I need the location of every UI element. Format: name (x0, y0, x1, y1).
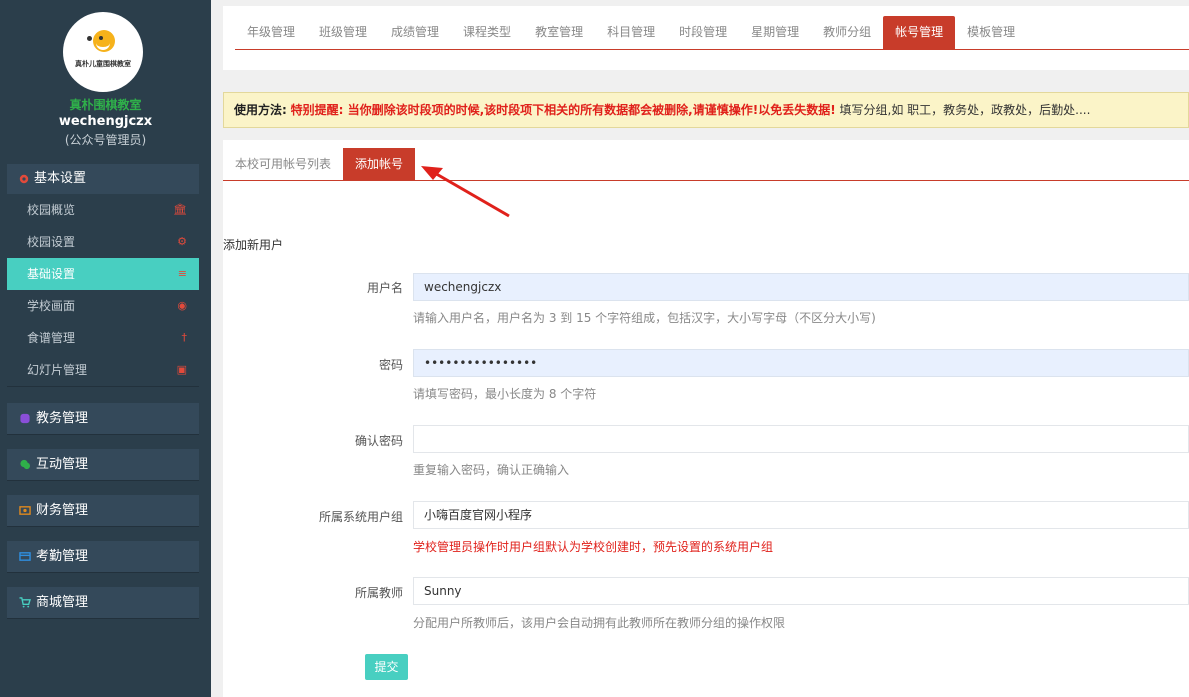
password-help: 请填写密码，最小长度为 8 个字符 (413, 387, 597, 401)
gear-icon (19, 174, 29, 184)
sidebar-item-recipes[interactable]: 食谱管理 † (7, 322, 199, 354)
tab-account[interactable]: 帐号管理 (883, 16, 956, 49)
menu-basic-settings-header[interactable]: 基本设置 (7, 164, 199, 194)
card-icon (19, 552, 31, 561)
submit-button[interactable]: 提交 (365, 654, 408, 680)
account-role: (公众号管理员) (64, 133, 147, 147)
cutlery-icon: † (181, 331, 188, 344)
main-content: 年级管理 班级管理 成绩管理 课程类型 教室管理 科目管理 时段管理 星期管理 … (211, 0, 1189, 697)
school-name: 真朴围棋教室 (69, 98, 142, 112)
sidebar-item-label: 学校画面 (27, 299, 76, 313)
account-panel: 本校可用帐号列表 添加帐号 添加新用户 用户名 wechengjczx 请输入用… (223, 140, 1189, 697)
notice-warning: 特别提醒: 当你删除该时段项的时候,该时段项下相关的所有数据都会被删除,请谨慎操… (290, 103, 836, 117)
sidebar-group-academic[interactable]: 教务管理 (7, 403, 199, 435)
tab-template[interactable]: 模板管理 (955, 16, 1027, 49)
eye-icon: ◉ (177, 299, 187, 312)
user-group-label: 所属系统用户组 (318, 510, 403, 524)
menu-icon: ≡ (177, 267, 187, 280)
sidebar-item-campus-settings[interactable]: 校园设置 ⚙ (7, 226, 199, 258)
username-label: 用户名 (366, 281, 403, 295)
cart-icon (19, 597, 31, 608)
tab-weekday[interactable]: 星期管理 (739, 16, 811, 49)
tab-score[interactable]: 成绩管理 (379, 16, 451, 49)
tab-time-slot[interactable]: 时段管理 (667, 16, 739, 49)
sidebar-item-basic-settings[interactable]: 基础设置 ≡ (7, 258, 199, 290)
notice-text: 填写分组,如 职工，教务处，政教处，后勤处.... (835, 103, 1091, 117)
sidebar-group-label: 互动管理 (36, 456, 89, 472)
chat-icon (20, 459, 31, 470)
account-username: wechengjczx (58, 114, 153, 129)
sidebar-item-school-display[interactable]: 学校画面 ◉ (7, 290, 199, 322)
database-icon (20, 413, 30, 424)
image-icon: ▣ (176, 363, 187, 376)
usage-notice: 使用方法: 特别提醒: 当你删除该时段项的时候,该时段项下相关的所有数据都会被删… (223, 92, 1189, 128)
tab-teacher-group[interactable]: 教师分组 (811, 16, 883, 49)
tab-grade[interactable]: 年级管理 (235, 16, 307, 49)
sidebar-group-interaction[interactable]: 互动管理 (7, 449, 199, 481)
tab-add-account[interactable]: 添加帐号 (343, 148, 416, 180)
teacher-help: 分配用户所教师后，该用户会自动拥有此教师所在教师分组的操作权限 (413, 616, 786, 630)
confirm-password-help: 重复输入密码，确认正确输入 (413, 463, 570, 477)
confirm-password-label: 确认密码 (354, 434, 403, 448)
section-title: 添加新用户 (223, 238, 284, 252)
sidebar-item-campus-overview[interactable]: 校园概览 🏛︎ (7, 194, 199, 226)
top-tabs-card: 年级管理 班级管理 成绩管理 课程类型 教室管理 科目管理 时段管理 星期管理 … (223, 6, 1189, 70)
sidebar-item-label: 基础设置 (27, 267, 76, 281)
sidebar-item-label: 校园设置 (27, 235, 76, 249)
school-logo: 真朴儿童围棋教室 (63, 12, 143, 92)
menu-basic-settings: 基本设置 校园概览 🏛︎ 校园设置 ⚙ 基础设置 ≡ 学校画面 ◉ 食谱管理 † (7, 164, 199, 387)
bank-icon: 🏛︎ (173, 203, 187, 216)
sidebar-group-label: 教务管理 (36, 410, 89, 426)
username-input[interactable]: wechengjczx (413, 273, 1189, 301)
password-input[interactable]: •••••••••••••••• (413, 349, 1189, 377)
top-tabs: 年级管理 班级管理 成绩管理 课程类型 教室管理 科目管理 时段管理 星期管理 … (235, 16, 1189, 50)
sidebar-group-label: 财务管理 (36, 502, 89, 518)
user-group-select[interactable]: 小嗨百度官网小程序 (413, 501, 1189, 529)
teacher-label: 所属教师 (354, 586, 403, 600)
money-icon (19, 506, 31, 515)
smiley-logo-icon (93, 30, 115, 52)
tab-classroom[interactable]: 教室管理 (523, 16, 595, 49)
sidebar-group-mall[interactable]: 商城管理 (7, 587, 199, 619)
password-label: 密码 (378, 358, 403, 372)
notice-label: 使用方法: (234, 103, 287, 117)
sidebar-group-attendance[interactable]: 考勤管理 (7, 541, 199, 573)
logo-text: 真朴儿童围棋教室 (75, 60, 131, 68)
tab-subject[interactable]: 科目管理 (595, 16, 667, 49)
pointer-arrow-icon (421, 166, 510, 218)
teacher-select[interactable]: Sunny (413, 577, 1189, 605)
sidebar: 真朴儿童围棋教室 真朴围棋教室 wechengjczx (公众号管理员) 基本设… (0, 0, 211, 697)
menu-basic-settings-label: 基本设置 (34, 171, 87, 186)
sidebar-item-label: 校园概览 (27, 203, 76, 217)
user-group-help: 学校管理员操作时用户组默认为学校创建时，预先设置的系统用户组 (413, 540, 774, 554)
confirm-password-input[interactable] (413, 425, 1189, 453)
sidebar-group-label: 商城管理 (36, 594, 89, 610)
sidebar-item-label: 幻灯片管理 (27, 363, 88, 377)
sidebar-group-label: 考勤管理 (36, 548, 89, 564)
tab-account-list[interactable]: 本校可用帐号列表 (223, 148, 343, 180)
sidebar-group-finance[interactable]: 财务管理 (7, 495, 199, 527)
tab-course-type[interactable]: 课程类型 (451, 16, 523, 49)
sidebar-item-label: 食谱管理 (27, 331, 76, 345)
sub-tabs: 本校可用帐号列表 添加帐号 (223, 148, 1189, 181)
sidebar-item-slides[interactable]: 幻灯片管理 ▣ (7, 354, 199, 386)
logo-dot-icon (87, 36, 92, 41)
tab-class[interactable]: 班级管理 (307, 16, 379, 49)
gear-icon: ⚙ (177, 235, 187, 248)
username-help: 请输入用户名，用户名为 3 到 15 个字符组成，包括汉字，大小写字母（不区分大… (413, 311, 876, 325)
